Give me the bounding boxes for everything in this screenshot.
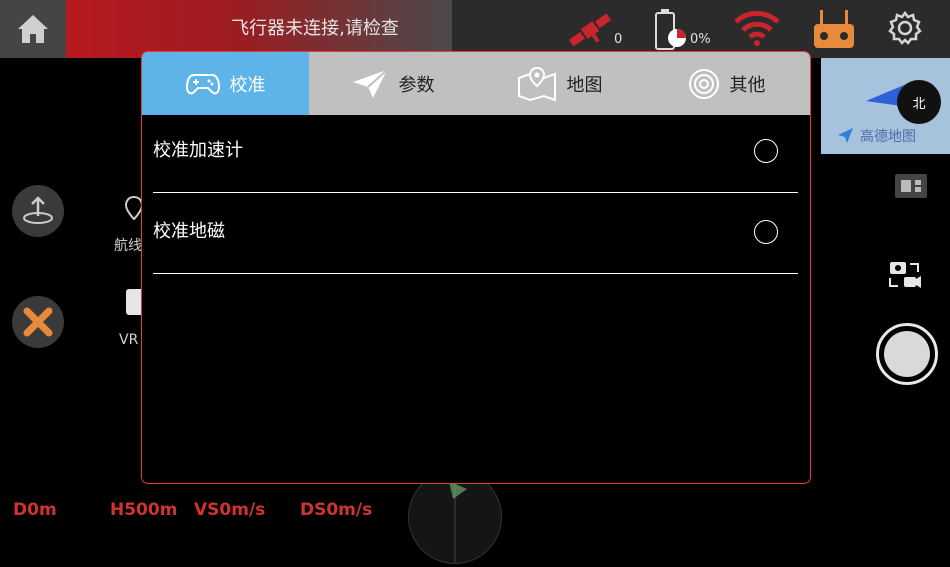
remote-controller-icon <box>814 10 854 48</box>
sd-card-button[interactable] <box>893 172 929 204</box>
tab-calibration-label: 校准 <box>229 74 266 96</box>
sd-card-icon <box>895 174 927 198</box>
vr-label: VR <box>119 332 139 348</box>
tab-other[interactable]: 其他 <box>643 52 810 115</box>
connection-alert-text: 飞行器未连接,请检查 <box>231 18 399 39</box>
distance-readout: D0m <box>13 500 57 520</box>
map-logo-text: 高德地图 <box>860 129 916 145</box>
settings-tab-bar: 校准 参数 地图 其他 <box>142 52 810 115</box>
wifi-icon <box>734 10 780 46</box>
tab-map[interactable]: 地图 <box>476 52 643 115</box>
calibrate-accelerometer-label: 校准加速计 <box>153 140 243 161</box>
battery-percent: 0% <box>690 32 711 47</box>
paper-plane-icon <box>352 68 388 98</box>
home-button[interactable] <box>0 0 66 58</box>
shutter-inner <box>884 331 930 377</box>
camera-switch-icon <box>889 262 921 288</box>
signal-status <box>732 10 782 52</box>
settings-dialog: 校准 参数 地图 其他 校准加速计 校准地磁 <box>141 51 811 484</box>
calibrate-compass-row[interactable]: 校准地磁 <box>153 193 798 274</box>
battery-icon <box>655 9 686 50</box>
settings-button[interactable] <box>888 10 922 49</box>
target-icon <box>688 68 719 99</box>
calibrate-accelerometer-row[interactable]: 校准加速计 <box>153 112 798 193</box>
battery-status <box>654 9 690 55</box>
tab-parameters-label: 参数 <box>398 74 435 96</box>
vertical-speed-readout: VS0m/s <box>194 500 266 520</box>
home-icon <box>18 15 48 43</box>
height-readout: H500m <box>110 500 178 520</box>
drone-mode-button[interactable] <box>12 296 64 348</box>
satellite-status <box>565 8 615 56</box>
satellite-icon <box>568 13 612 47</box>
tab-calibration[interactable]: 校准 <box>142 52 309 115</box>
shutter-button[interactable] <box>876 323 938 385</box>
route-label: 航线 <box>114 238 142 254</box>
map-logo-icon <box>836 126 854 148</box>
tab-parameters[interactable]: 参数 <box>309 52 476 115</box>
remote-controller-status <box>812 10 856 54</box>
map-compass: 北 <box>897 80 941 124</box>
photo-video-switch-button[interactable] <box>888 260 922 294</box>
calibrate-compass-label: 校准地磁 <box>153 221 225 242</box>
calibrate-compass-radio[interactable] <box>754 220 778 244</box>
gear-icon <box>888 10 922 45</box>
attitude-compass <box>408 470 502 564</box>
map-icon <box>517 66 556 101</box>
compass-north-label: 北 <box>912 96 926 112</box>
takeoff-button[interactable] <box>12 185 64 237</box>
tab-map-label: 地图 <box>566 74 603 96</box>
tab-other-label: 其他 <box>729 74 766 96</box>
horizontal-speed-readout: DS0m/s <box>300 500 373 520</box>
drone-icon <box>23 307 53 337</box>
calibrate-accelerometer-radio[interactable] <box>754 139 778 163</box>
takeoff-icon <box>23 196 53 224</box>
satellite-count: 0 <box>614 32 623 47</box>
gamepad-icon <box>185 73 220 94</box>
